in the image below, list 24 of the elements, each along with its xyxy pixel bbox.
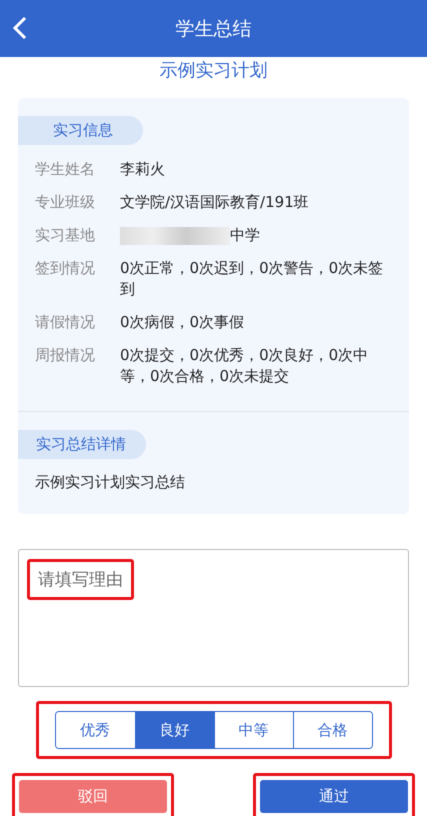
plan-title: 示例实习计划: [158, 59, 268, 83]
grade-option[interactable]: 良好: [134, 712, 214, 748]
field-value: 0次提交，0次优秀，0次良好，0次中等，0次合格，0次未提交: [120, 346, 368, 385]
reason-field[interactable]: 请填写理由: [18, 549, 409, 687]
grade-option[interactable]: 合格: [292, 712, 372, 748]
section-tag: 实习总结详情: [18, 430, 146, 459]
field-label: 专业班级: [35, 192, 96, 213]
field-label: 实习基地: [35, 225, 96, 246]
page-title: 学生总结: [174, 16, 252, 42]
back-icon[interactable]: [12, 16, 28, 40]
field-value: 李莉火: [120, 160, 165, 178]
field-label: 签到情况: [35, 258, 96, 279]
reject-button[interactable]: 驳回: [19, 780, 167, 813]
section-tag: 实习信息: [18, 116, 143, 145]
field-value: 0次病假，0次事假: [120, 313, 244, 331]
field-value: 0次正常，0次迟到，0次警告，0次未签到: [120, 259, 384, 298]
placeholder-text: 请填写理由: [27, 559, 134, 600]
field-value: 中学: [230, 226, 260, 244]
approve-button[interactable]: 通过: [260, 780, 408, 813]
field-value: 文学院/汉语国际教育/191班: [120, 193, 309, 211]
field-label: 周报情况: [35, 345, 96, 366]
field-label: 请假情况: [35, 312, 96, 333]
summary-text: 示例实习计划实习总结: [34, 472, 186, 492]
field-label: 学生姓名: [35, 159, 96, 180]
